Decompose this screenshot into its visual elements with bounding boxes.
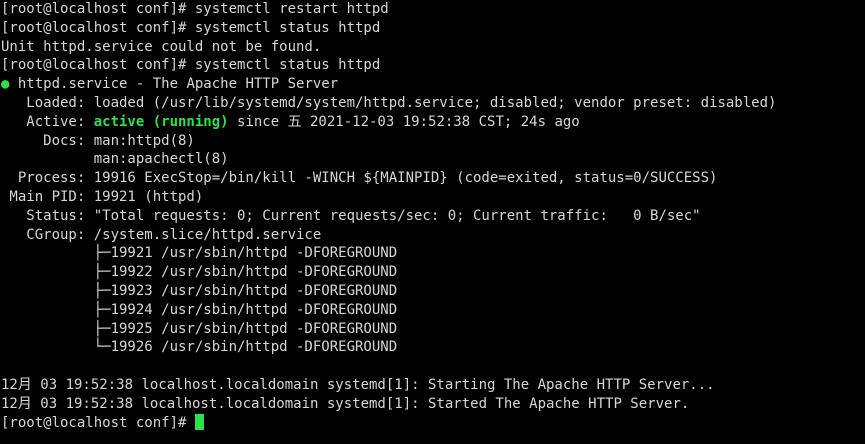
- service-title: httpd.service - The Apache HTTP Server: [9, 76, 339, 93]
- prompt-line[interactable]: [root@localhost conf]#: [1, 413, 865, 433]
- terminal-window[interactable]: [root@localhost conf]# systemctl restart…: [0, 0, 865, 444]
- service-header-line: ● httpd.service - The Apache HTTP Server: [1, 75, 865, 94]
- status-line: Status: "Total requests: 0; Current requ…: [1, 207, 701, 224]
- loaded-line: Loaded: loaded (/usr/lib/systemd/system/…: [1, 94, 777, 111]
- active-line: Active: active (running) since 五 2021-12…: [1, 113, 865, 132]
- cgroup-process: ├─19924 /usr/sbin/httpd -DFOREGROUND: [1, 301, 398, 318]
- process-line: Process: 19916 ExecStop=/bin/kill -WINCH…: [1, 170, 718, 187]
- main-pid-line: Main PID: 19921 (httpd): [1, 188, 204, 205]
- command-line: [root@localhost conf]# systemctl status …: [1, 57, 381, 74]
- cgroup-process: └─19926 /usr/sbin/httpd -DFOREGROUND: [1, 339, 398, 356]
- log-line: 12月 03 19:52:38 localhost.localdomain sy…: [1, 395, 690, 412]
- command-line: [root@localhost conf]# systemctl restart…: [1, 1, 389, 17]
- cgroup-process: ├─19921 /usr/sbin/httpd -DFOREGROUND: [1, 245, 398, 262]
- active-label: Active:: [1, 113, 94, 130]
- cgroup-process: ├─19923 /usr/sbin/httpd -DFOREGROUND: [1, 282, 398, 299]
- docs-line: man:apachectl(8): [1, 151, 229, 168]
- prompt: [root@localhost conf]#: [1, 414, 195, 431]
- active-status: active (running): [93, 113, 229, 130]
- cgroup-process: ├─19922 /usr/sbin/httpd -DFOREGROUND: [1, 264, 398, 281]
- output-line: Unit httpd.service could not be found.: [1, 38, 322, 55]
- cgroup-process: ├─19925 /usr/sbin/httpd -DFOREGROUND: [1, 320, 398, 337]
- active-since: since 五 2021-12-03 19:52:38 CST; 24s ago: [228, 113, 580, 130]
- command-line: [root@localhost conf]# systemctl status …: [1, 19, 381, 36]
- log-line: 12月 03 19:52:38 localhost.localdomain sy…: [1, 376, 715, 393]
- docs-line: Docs: man:httpd(8): [1, 132, 195, 149]
- cursor: [194, 413, 204, 430]
- cgroup-line: CGroup: /system.slice/httpd.service: [1, 226, 322, 243]
